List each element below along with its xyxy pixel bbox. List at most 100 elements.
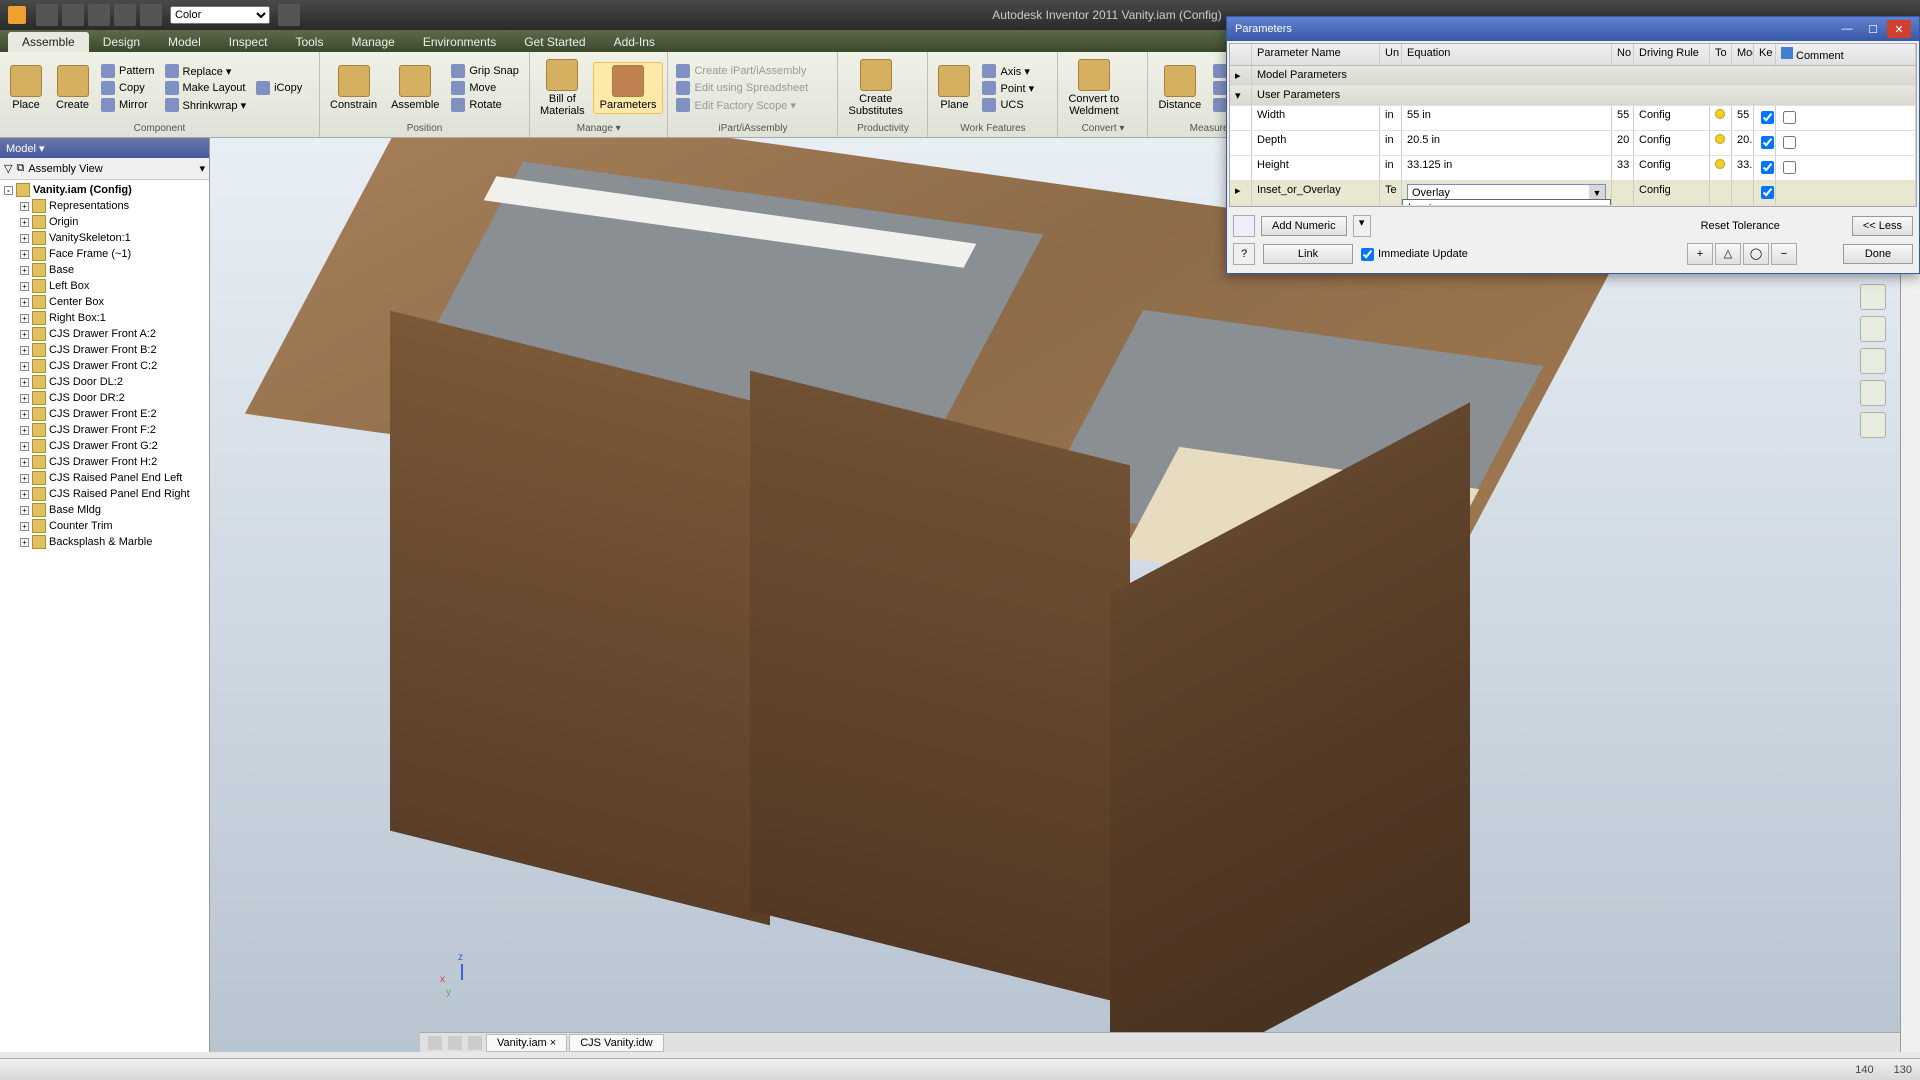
dialog-titlebar[interactable]: Parameters — ☐ ✕: [1227, 17, 1919, 41]
plane-button[interactable]: Plane: [932, 63, 976, 113]
tree-node[interactable]: +Representations: [2, 198, 207, 214]
tree-node[interactable]: +Face Frame (~1): [2, 246, 207, 262]
nav-orbit-icon[interactable]: [1860, 316, 1886, 342]
rotate-button[interactable]: Rotate: [447, 97, 523, 113]
tree-node[interactable]: +Base: [2, 262, 207, 278]
qat-fx-icon[interactable]: [278, 4, 300, 26]
tree-node[interactable]: +Counter Trim: [2, 518, 207, 534]
immediate-update-checkbox[interactable]: Immediate Update: [1361, 248, 1468, 261]
tol-circle-icon[interactable]: ◯: [1743, 243, 1769, 265]
key-checkbox[interactable]: [1761, 136, 1774, 149]
filter-icon[interactable]: ▽: [4, 162, 12, 175]
key-checkbox[interactable]: [1761, 111, 1774, 124]
tab-manage[interactable]: Manage: [337, 32, 408, 52]
tab-getstarted[interactable]: Get Started: [510, 32, 599, 52]
tree-node[interactable]: +Base Mldg: [2, 502, 207, 518]
comment-checkbox[interactable]: [1783, 161, 1796, 174]
comment-checkbox[interactable]: [1783, 136, 1796, 149]
replace-button[interactable]: Replace ▾: [161, 63, 251, 79]
constrain-button[interactable]: Constrain: [324, 63, 383, 113]
tab-assemble[interactable]: Assemble: [8, 32, 89, 52]
combo-option-inset[interactable]: Inset: [1403, 200, 1610, 205]
key-checkbox[interactable]: [1761, 161, 1774, 174]
add-dropdown-icon[interactable]: ▾: [1353, 215, 1371, 237]
col-name[interactable]: Parameter Name: [1252, 44, 1380, 65]
link-button[interactable]: Link: [1263, 244, 1353, 264]
create-substitutes-button[interactable]: Create Substitutes: [842, 57, 908, 119]
convert-weldment-button[interactable]: Convert to Weldment: [1062, 57, 1125, 119]
tree-node[interactable]: +CJS Drawer Front F:2: [2, 422, 207, 438]
tree-node[interactable]: +CJS Drawer Front B:2: [2, 342, 207, 358]
assembly-view-dropdown[interactable]: Assembly View: [28, 163, 195, 175]
place-button[interactable]: Place: [4, 63, 48, 113]
tab-design[interactable]: Design: [89, 32, 154, 52]
col-key[interactable]: Ke: [1754, 44, 1776, 65]
tree-node[interactable]: +Origin: [2, 214, 207, 230]
qat-open-icon[interactable]: [62, 4, 84, 26]
tree-node[interactable]: +CJS Drawer Front C:2: [2, 358, 207, 374]
distance-button[interactable]: Distance: [1152, 63, 1207, 113]
qat-undo-icon[interactable]: [114, 4, 136, 26]
pattern-button[interactable]: Pattern: [97, 63, 158, 79]
param-row[interactable]: Depthin20.5 in20Config20...: [1230, 131, 1916, 156]
grip-snap-button[interactable]: Grip Snap: [447, 63, 523, 79]
tree-node[interactable]: +Backsplash & Marble: [2, 534, 207, 550]
app-icon[interactable]: [8, 6, 26, 24]
nav-pan-icon[interactable]: [1860, 348, 1886, 374]
mirror-button[interactable]: Mirror: [97, 97, 158, 113]
close-icon[interactable]: ✕: [1887, 20, 1911, 38]
done-button[interactable]: Done: [1843, 244, 1913, 264]
point-button[interactable]: Point ▾: [978, 80, 1038, 96]
tree-root[interactable]: -Vanity.iam (Config): [2, 182, 207, 198]
tree-node[interactable]: +CJS Door DR:2: [2, 390, 207, 406]
col-nominal[interactable]: No: [1612, 44, 1634, 65]
tree-node[interactable]: +CJS Raised Panel End Right: [2, 486, 207, 502]
col-model[interactable]: Mod: [1732, 44, 1754, 65]
create-ipart-button[interactable]: Create iPart/iAssembly: [672, 63, 812, 79]
col-equation[interactable]: Equation: [1402, 44, 1612, 65]
maximize-icon[interactable]: ☐: [1861, 20, 1885, 38]
tree-node[interactable]: +CJS Raised Panel End Left: [2, 470, 207, 486]
comment-checkbox[interactable]: [1783, 111, 1796, 124]
browser-tool-icon[interactable]: ⧉: [16, 162, 24, 175]
group-user-params[interactable]: ▾User Parameters: [1230, 86, 1916, 106]
edit-spreadsheet-button[interactable]: Edit using Spreadsheet: [672, 80, 812, 96]
edit-factory-scope-button[interactable]: Edit Factory Scope ▾: [672, 97, 812, 113]
shrinkwrap-button[interactable]: Shrinkwrap ▾: [161, 97, 251, 113]
bom-button[interactable]: Bill of Materials: [534, 57, 591, 119]
doc-tab-drawing[interactable]: CJS Vanity.idw: [569, 1034, 663, 1052]
qat-save-icon[interactable]: [88, 4, 110, 26]
col-tol[interactable]: To: [1710, 44, 1732, 65]
dropdown-arrow-icon[interactable]: ▾: [199, 162, 205, 175]
less-button[interactable]: << Less: [1852, 216, 1913, 236]
create-button[interactable]: Create: [50, 63, 95, 113]
doc-tab-vanity[interactable]: Vanity.iam ×: [486, 1034, 567, 1052]
nav-zoom-icon[interactable]: [1860, 380, 1886, 406]
tol-plus-icon[interactable]: +: [1687, 243, 1713, 265]
add-numeric-button[interactable]: Add Numeric: [1261, 216, 1347, 236]
tree-node[interactable]: +CJS Drawer Front G:2: [2, 438, 207, 454]
param-row[interactable]: Heightin33.125 in33Config33...: [1230, 156, 1916, 181]
ucs-button[interactable]: UCS: [978, 97, 1038, 113]
param-row-inset-overlay[interactable]: ▸ Inset_or_Overlay Te Overlay▼ Inset Ove…: [1230, 181, 1916, 206]
group-model-params[interactable]: ▸Model Parameters: [1230, 66, 1916, 86]
browser-header[interactable]: Model ▾: [0, 138, 209, 158]
parameters-button[interactable]: Parameters: [593, 62, 664, 114]
tol-triangle-icon[interactable]: △: [1715, 243, 1741, 265]
tree-node[interactable]: +CJS Door DL:2: [2, 374, 207, 390]
tree-node[interactable]: +CJS Drawer Front E:2: [2, 406, 207, 422]
minimize-icon[interactable]: —: [1835, 20, 1859, 38]
tol-minus-icon[interactable]: −: [1771, 243, 1797, 265]
param-row[interactable]: Widthin55 in55Config55: [1230, 106, 1916, 131]
icopy-button[interactable]: iCopy: [252, 80, 306, 96]
overlay-combo[interactable]: Overlay▼ Inset Overlay: [1402, 181, 1612, 205]
tree-node[interactable]: +Right Box:1: [2, 310, 207, 326]
tree-node[interactable]: +CJS Drawer Front A:2: [2, 326, 207, 342]
tab-tools[interactable]: Tools: [281, 32, 337, 52]
browser-tree[interactable]: -Vanity.iam (Config) +Representations+Or…: [0, 180, 209, 1052]
make-layout-button[interactable]: Make Layout: [161, 80, 251, 96]
doctab-icon[interactable]: [428, 1036, 442, 1050]
tree-node[interactable]: +Left Box: [2, 278, 207, 294]
qat-color-dropdown[interactable]: Color: [170, 6, 270, 24]
tab-inspect[interactable]: Inspect: [215, 32, 282, 52]
